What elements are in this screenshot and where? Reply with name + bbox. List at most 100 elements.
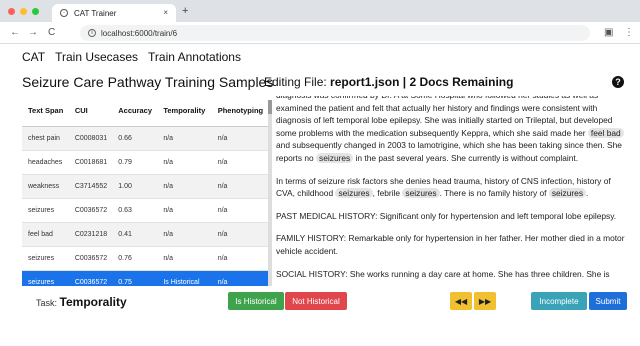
task-name: Temporality — [59, 295, 127, 309]
editing-file: report1.json — [330, 75, 400, 89]
reload-icon[interactable]: C — [48, 27, 55, 38]
previous-doc-icon[interactable]: ◀◀ — [450, 292, 472, 310]
back-arrow-icon[interactable]: ← — [10, 27, 20, 38]
annotation-span[interactable]: seizures — [402, 188, 440, 199]
editing-status: Editing File: report1.json | 2 Docs Rema… — [264, 75, 513, 89]
cell-temporality: n/a — [157, 125, 212, 150]
annotation-span[interactable]: seizures — [335, 188, 373, 199]
doc-paragraph: diagnosis was confirmed by Dr. A at Some… — [276, 96, 626, 165]
cell-accuracy: 0.79 — [112, 149, 158, 174]
cell-temporality: n/a — [157, 173, 212, 198]
tab-close-icon[interactable]: × — [163, 8, 168, 17]
col-accuracy: Accuracy — [112, 96, 158, 127]
new-tab-icon[interactable]: + — [182, 5, 188, 17]
cell-accuracy: 0.66 — [112, 125, 158, 150]
submit-button[interactable]: Submit — [589, 292, 627, 310]
account-icon[interactable]: ▣ — [604, 27, 613, 38]
incomplete-button[interactable]: Incomplete — [531, 292, 587, 310]
cell-temporality: n/a — [157, 245, 212, 270]
is-historical-button[interactable]: Is Historical — [228, 292, 284, 310]
cell-phenotyping: n/a — [211, 149, 270, 174]
annotation-span[interactable]: seizures — [548, 188, 587, 199]
cell-accuracy: 0.76 — [112, 245, 158, 270]
page-title: Seizure Care Pathway Training Samples — [22, 74, 274, 90]
next-doc-icon[interactable]: ▶▶ — [474, 292, 496, 310]
window-controls — [8, 8, 39, 15]
table-header-row: Text Span CUI Accuracy Temporality Pheno… — [22, 96, 270, 127]
doc-paragraph: FAMILY HISTORY: Remarkable only for hype… — [276, 233, 625, 256]
cell-temporality: n/a — [157, 197, 212, 222]
col-cui: CUI — [68, 96, 113, 127]
address-bar[interactable]: i localhost:6000/train/6 — [80, 25, 590, 41]
cell-accuracy: 0.75 — [112, 269, 158, 286]
cell-phenotyping: n/a — [211, 221, 270, 246]
maximize-window-icon[interactable] — [32, 8, 39, 15]
editing-prefix: Editing File: — [264, 75, 327, 89]
info-icon[interactable]: i — [88, 29, 96, 37]
cell-text-span: headaches — [22, 149, 69, 174]
cell-phenotyping: n/a — [211, 173, 270, 198]
table-row[interactable]: seizures C0036572 0.76 n/a n/a — [22, 245, 270, 270]
browser-toolbar: ← → C i localhost:6000/train/6 ▣ ⋮ — [0, 22, 640, 44]
url-text: localhost:6000/train/6 — [101, 28, 178, 38]
cell-cui: C0008031 — [68, 125, 113, 150]
cell-text-span: seizures — [22, 197, 69, 222]
scrollbar-thumb[interactable] — [268, 100, 272, 114]
task-indicator: Task: Temporality — [36, 295, 127, 309]
cell-cui: C0231218 — [68, 221, 113, 246]
table-row-selected[interactable]: seizures C0036572 0.75 Is Historical n/a — [22, 269, 270, 286]
table-row[interactable]: seizures C0036572 0.63 n/a n/a — [22, 197, 270, 222]
table-row[interactable]: headaches C0018681 0.79 n/a n/a — [22, 149, 270, 174]
document-text-panel: diagnosis was confirmed by Dr. A at Some… — [276, 96, 626, 286]
browser-tab[interactable]: ◦ CAT Trainer × — [52, 4, 176, 22]
doc-text: . There is no family history of — [439, 188, 547, 199]
cell-cui: C0036572 — [68, 197, 113, 222]
col-text-span: Text Span — [22, 96, 69, 127]
doc-paragraph: PAST MEDICAL HISTORY: Significant only f… — [276, 210, 617, 221]
tab-title: CAT Trainer — [74, 8, 117, 18]
task-label: Task: — [36, 298, 58, 308]
cell-text-span: chest pain — [22, 125, 69, 150]
forward-arrow-icon[interactable]: → — [28, 27, 38, 38]
nav-item-train-usecases[interactable]: Train Usecases — [55, 50, 138, 64]
help-icon[interactable]: ? — [612, 76, 624, 88]
close-window-icon[interactable] — [8, 8, 15, 15]
cell-phenotyping: n/a — [211, 197, 270, 222]
cell-cui: C0018681 — [68, 149, 113, 174]
doc-text: in the past several years. She currently… — [355, 152, 579, 163]
cell-phenotyping: n/a — [211, 125, 270, 150]
globe-icon: ◦ — [60, 9, 68, 17]
annotations-table: Text Span CUI Accuracy Temporality Pheno… — [22, 96, 270, 286]
doc-paragraph: SOCIAL HISTORY: She works running a day … — [276, 268, 610, 279]
not-historical-button[interactable]: Not Historical — [285, 292, 347, 310]
table-scrollbar[interactable] — [268, 100, 272, 286]
menu-kebab-icon[interactable]: ⋮ — [624, 27, 634, 38]
cell-text-span: seizures — [22, 269, 69, 286]
minimize-window-icon[interactable] — [20, 8, 27, 15]
doc-text: diagnosis was confirmed by Dr. A at Some… — [276, 96, 613, 138]
table-row[interactable]: feel bad C0231218 0.41 n/a n/a — [22, 221, 270, 246]
cell-temporality: n/a — [157, 149, 212, 174]
doc-paragraph: In terms of seizure risk factors she den… — [276, 175, 626, 200]
col-temporality: Temporality — [157, 96, 212, 127]
annotation-span[interactable]: seizures — [316, 152, 354, 163]
nav-item-cat[interactable]: CAT — [22, 50, 45, 64]
cell-cui: C0036572 — [68, 245, 113, 270]
cell-accuracy: 0.41 — [112, 221, 158, 246]
app-nav: CAT Train Usecases Train Annotations — [22, 50, 241, 64]
editing-separator: | — [399, 75, 410, 89]
doc-text: . — [586, 188, 589, 199]
table-row[interactable]: chest pain C0008031 0.66 n/a n/a — [22, 125, 270, 150]
annotation-span[interactable]: feel bad — [587, 127, 624, 138]
doc-text: , febrile — [372, 188, 401, 199]
docs-remaining: 2 Docs Remaining — [409, 75, 514, 89]
col-phenotyping: Phenotyping — [211, 96, 270, 127]
cell-accuracy: 1.00 — [112, 173, 158, 198]
table-row[interactable]: weakness C3714552 1.00 n/a n/a — [22, 173, 270, 198]
cell-text-span: weakness — [22, 173, 69, 198]
cell-temporality: n/a — [157, 221, 212, 246]
cell-cui: C3714552 — [68, 173, 113, 198]
nav-item-train-annotations[interactable]: Train Annotations — [148, 50, 241, 64]
cell-text-span: seizures — [22, 245, 69, 270]
cell-text-span: feel bad — [22, 221, 69, 246]
